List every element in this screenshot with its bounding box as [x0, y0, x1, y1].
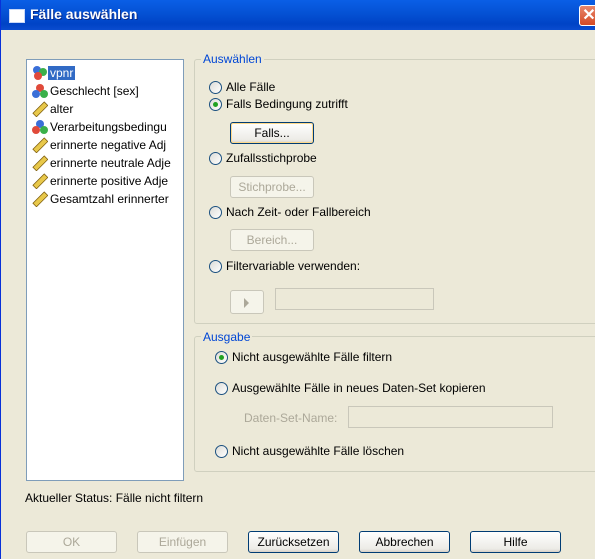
variable-label: Verarbeitungsbedingu — [50, 120, 167, 134]
radio-label: Filtervariable verwenden: — [226, 259, 361, 273]
radio-label: Zufallsstichprobe — [226, 151, 317, 165]
radio-label: Nach Zeit- oder Fallbereich — [226, 205, 371, 219]
radio-label: Nicht ausgewählte Fälle filtern — [232, 350, 393, 364]
scale-icon — [32, 137, 48, 153]
output-group-title: Ausgabe — [201, 330, 253, 344]
variable-label: erinnerte negative Adj — [50, 138, 167, 152]
move-variable-button[interactable] — [230, 290, 264, 314]
radio-label: Alle Fälle — [226, 80, 276, 94]
cancel-button[interactable]: Abbrechen — [359, 531, 450, 553]
filter-variable-field[interactable] — [275, 288, 434, 310]
radio-circle — [209, 152, 222, 165]
status-text: Aktueller Status: Fälle nicht filtern — [25, 491, 204, 505]
paste-button[interactable]: Einfügen — [137, 531, 228, 553]
variable-label: Gesamtzahl erinnerter — [50, 192, 169, 206]
arrow-right-icon — [244, 298, 249, 308]
variable-list[interactable]: vpnr Geschlecht [sex] alter Verarbeitung… — [26, 59, 184, 481]
reset-button[interactable]: Zurücksetzen — [248, 531, 339, 553]
nominal-icon — [33, 66, 47, 80]
radio-label: Falls Bedingung zutrifft — [226, 97, 348, 111]
radio-circle — [209, 206, 222, 219]
radio-circle — [209, 98, 222, 111]
scale-icon — [32, 155, 48, 171]
range-button[interactable]: Bereich... — [230, 229, 314, 251]
variable-label: Geschlecht [sex] — [50, 84, 139, 98]
variable-label: erinnerte positive Adje — [50, 174, 169, 188]
ok-button[interactable]: OK — [26, 531, 117, 553]
scale-icon — [32, 101, 48, 117]
sample-button[interactable]: Stichprobe... — [230, 176, 314, 198]
variable-label: erinnerte neutrale Adje — [50, 156, 171, 170]
radio-circle — [209, 81, 222, 94]
radio-label: Ausgewählte Fälle in neues Daten-Set kop… — [232, 381, 486, 395]
variable-label: alter — [50, 102, 74, 116]
nominal-icon — [32, 120, 48, 134]
nominal-icon — [32, 84, 48, 98]
radio-label: Nicht ausgewählte Fälle löschen — [232, 444, 405, 458]
radio-circle — [215, 382, 228, 395]
close-button[interactable]: ✕ — [579, 5, 595, 26]
title-bar: Fälle auswählen ✕ — [1, 0, 595, 30]
select-group-title: Auswählen — [201, 52, 264, 66]
dataset-name-input[interactable] — [348, 406, 553, 428]
radio-circle — [209, 260, 222, 273]
radio-circle — [215, 445, 228, 458]
select-cases-dialog: Fälle auswählen ✕ vpnr Geschlecht [sex] … — [0, 0, 595, 559]
scale-icon — [32, 173, 48, 189]
dataset-name-label: Daten-Set-Name: — [244, 411, 338, 425]
variable-label: vpnr — [48, 66, 76, 80]
window-icon — [9, 9, 25, 23]
if-button[interactable]: Falls... — [230, 122, 314, 144]
help-button[interactable]: Hilfe — [470, 531, 561, 553]
window-title: Fälle auswählen — [30, 6, 138, 22]
scale-icon — [32, 191, 48, 207]
radio-circle — [215, 351, 228, 364]
